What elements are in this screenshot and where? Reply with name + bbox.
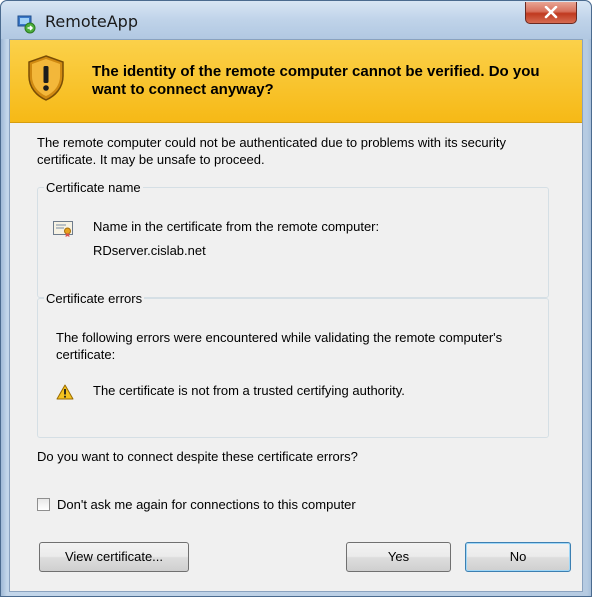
dialog-body: The remote computer could not be authent… bbox=[10, 123, 582, 591]
window-title: RemoteApp bbox=[45, 12, 138, 31]
certificate-errors-legend: Certificate errors bbox=[44, 291, 145, 306]
certificate-errors-intro: The following errors were encountered wh… bbox=[56, 330, 503, 362]
certificate-name-label: Name in the certificate from the remote … bbox=[93, 219, 380, 234]
close-icon bbox=[544, 6, 558, 19]
yes-button-label: Yes bbox=[387, 549, 410, 564]
remoteapp-icon bbox=[17, 15, 36, 34]
certificate-name-group: Certificate name Name in the certificate… bbox=[37, 180, 549, 298]
dialog-content: The identity of the remote computer cann… bbox=[9, 39, 583, 592]
warning-triangle-icon bbox=[56, 384, 74, 400]
connect-question: Do you want to connect despite these cer… bbox=[37, 449, 358, 464]
title-bar[interactable]: RemoteApp bbox=[1, 1, 591, 39]
view-certificate-button[interactable]: View certificate... bbox=[39, 542, 189, 572]
certificate-icon bbox=[53, 221, 73, 237]
shield-warning-icon bbox=[28, 55, 64, 101]
close-button[interactable] bbox=[525, 2, 577, 24]
banner-message: The identity of the remote computer cann… bbox=[92, 63, 540, 98]
intro-text: The remote computer could not be authent… bbox=[37, 135, 506, 167]
certificate-errors-group: Certificate errors The following errors … bbox=[37, 291, 549, 438]
no-button[interactable]: No bbox=[465, 542, 571, 572]
remoteapp-window: RemoteApp The identity of the remote com… bbox=[0, 0, 592, 597]
certificate-error-item: The certificate is not from a trusted ce… bbox=[93, 383, 405, 398]
certificate-name-value: RDserver.cislab.net bbox=[93, 243, 206, 258]
yes-button[interactable]: Yes bbox=[346, 542, 451, 572]
warning-banner: The identity of the remote computer cann… bbox=[10, 40, 582, 123]
view-certificate-button-label: View certificate... bbox=[64, 549, 164, 564]
no-button-label: No bbox=[509, 549, 527, 564]
dont-ask-again-label[interactable]: Don't ask me again for connections to th… bbox=[57, 497, 356, 512]
certificate-name-legend: Certificate name bbox=[44, 180, 143, 195]
dont-ask-again-checkbox[interactable] bbox=[37, 498, 50, 511]
